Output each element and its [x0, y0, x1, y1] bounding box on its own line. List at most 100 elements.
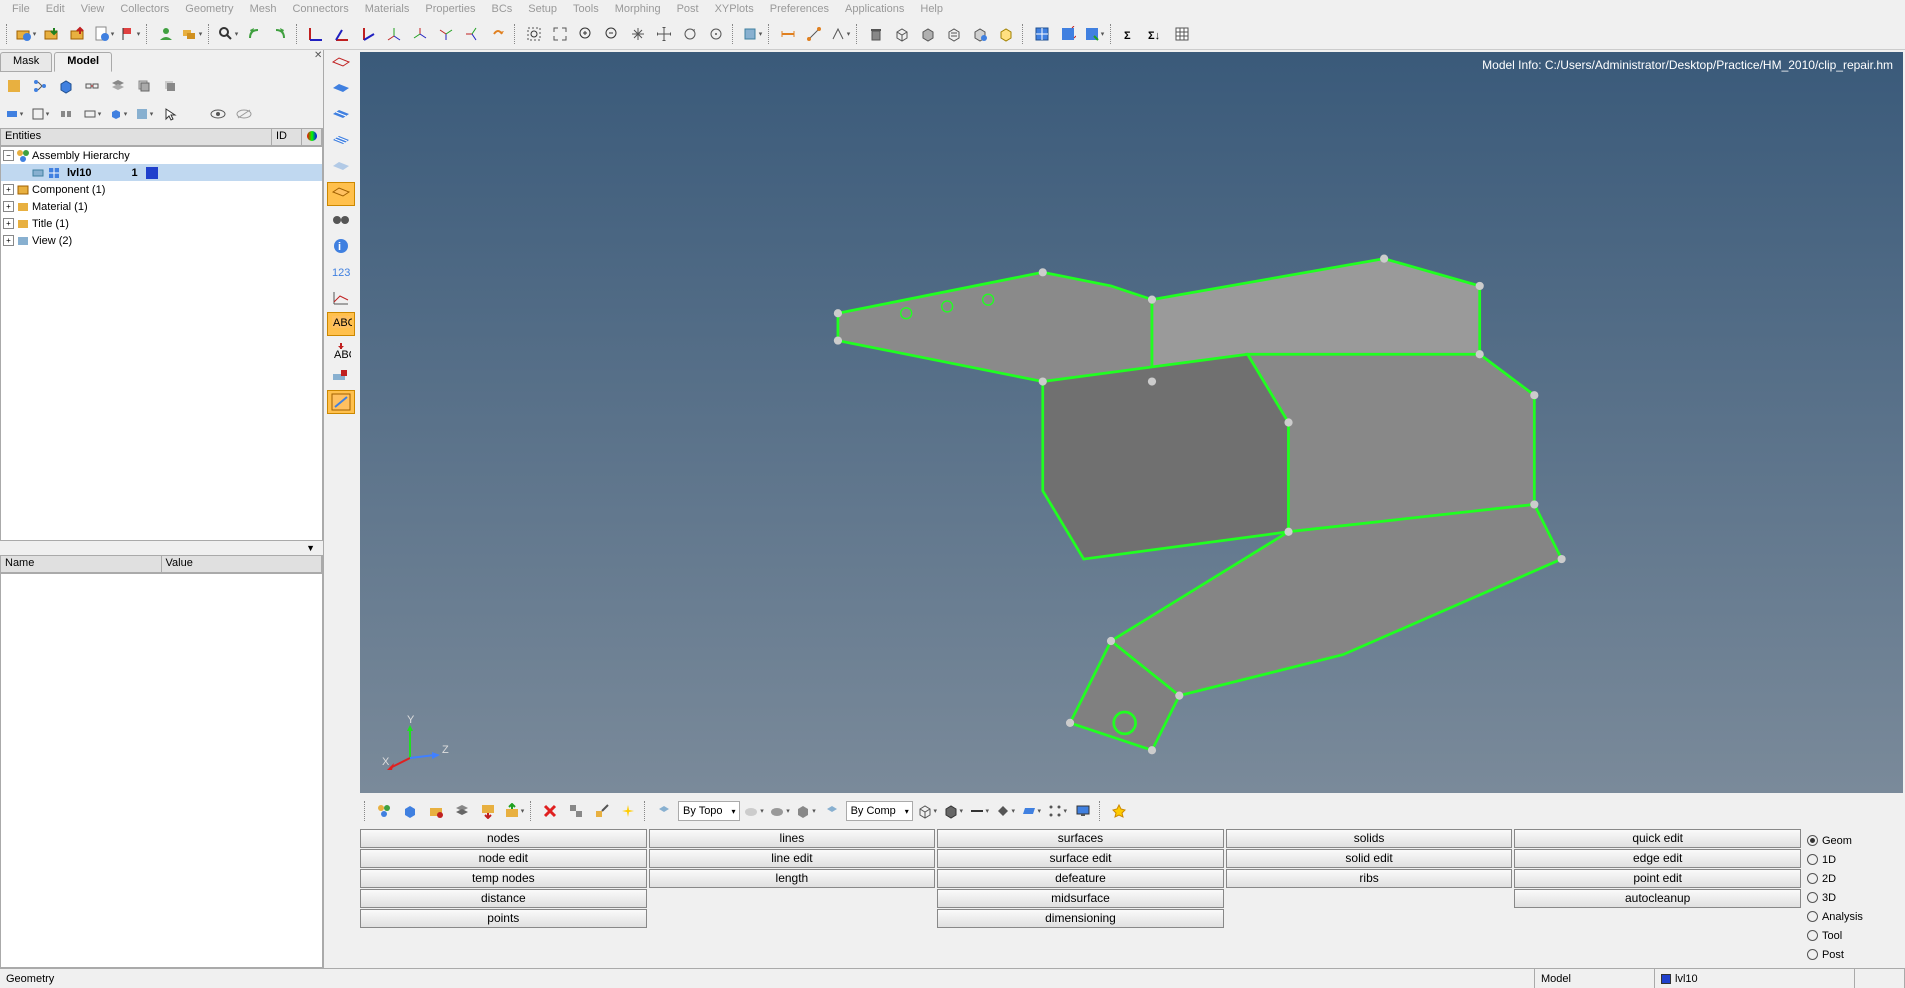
menu-xyplots[interactable]: XYPlots — [707, 3, 762, 15]
cube1-icon[interactable] — [890, 22, 914, 46]
bt-star-icon[interactable] — [1107, 799, 1131, 823]
bt-monitor-icon[interactable] — [1071, 799, 1095, 823]
radio-1d[interactable]: 1D — [1807, 850, 1899, 869]
zoom-window-icon[interactable] — [522, 22, 546, 46]
radio-dot-icon[interactable] — [1807, 949, 1818, 960]
bt-box2-icon[interactable] — [820, 799, 844, 823]
menu-file[interactable]: File — [4, 3, 38, 15]
menu-applications[interactable]: Applications — [837, 3, 912, 15]
property-panel[interactable] — [0, 573, 323, 968]
menu-properties[interactable]: Properties — [417, 3, 483, 15]
import-icon[interactable] — [40, 22, 64, 46]
spin-center-icon[interactable] — [704, 22, 728, 46]
bt-cube-icon[interactable] — [398, 799, 422, 823]
menu-preferences[interactable]: Preferences — [762, 3, 837, 15]
radio-dot-icon[interactable] — [1807, 892, 1818, 903]
panel-line-edit[interactable]: line edit — [649, 849, 936, 868]
axis-yz-icon[interactable] — [356, 22, 380, 46]
menu-collectors[interactable]: Collectors — [112, 3, 177, 15]
menu-morphing[interactable]: Morphing — [607, 3, 669, 15]
view-box-icon[interactable] — [54, 74, 78, 98]
radio-dot-icon[interactable] — [1807, 854, 1818, 865]
display-icon[interactable] — [740, 22, 764, 46]
tree-item-lvl10[interactable]: lvl10 1 — [1, 164, 322, 181]
info-icon[interactable]: i — [327, 234, 355, 258]
radio-post[interactable]: Post — [1807, 945, 1899, 964]
binoculars-icon[interactable] — [327, 208, 355, 232]
filter-6-icon[interactable] — [132, 102, 156, 126]
panel-node-edit[interactable]: node edit — [360, 849, 647, 868]
panel-edge-edit[interactable]: edge edit — [1514, 849, 1801, 868]
measure3-icon[interactable] — [828, 22, 852, 46]
status-model[interactable]: Model — [1535, 969, 1655, 988]
bt-dots-icon[interactable] — [1045, 799, 1069, 823]
bt-wire2-icon[interactable] — [941, 799, 965, 823]
tab-mask[interactable]: Mask — [0, 52, 52, 72]
pan-icon[interactable] — [626, 22, 650, 46]
panel-length[interactable]: length — [649, 869, 936, 888]
tree-title[interactable]: + Title (1) — [1, 215, 322, 232]
tree-component[interactable]: + Component (1) — [1, 181, 322, 198]
view-flat-icon[interactable] — [2, 74, 26, 98]
chart-icon[interactable] — [327, 286, 355, 310]
axis-xz-icon[interactable] — [330, 22, 354, 46]
open-icon[interactable] — [14, 22, 38, 46]
bt-cloud1-icon[interactable] — [742, 799, 766, 823]
scale-icon[interactable] — [327, 390, 355, 414]
export-icon[interactable] — [66, 22, 90, 46]
bt-cloud2-icon[interactable] — [768, 799, 792, 823]
zoom-in-icon[interactable] — [574, 22, 598, 46]
panel-point-edit[interactable]: point edit — [1514, 869, 1801, 888]
radio-geom[interactable]: Geom — [1807, 831, 1899, 850]
bt-cube2-icon[interactable] — [794, 799, 818, 823]
bt-layers-icon[interactable] — [450, 799, 474, 823]
filter-5-icon[interactable] — [106, 102, 130, 126]
axis-rev1-icon[interactable] — [408, 22, 432, 46]
cube3-icon[interactable] — [942, 22, 966, 46]
panel-distance[interactable]: distance — [360, 889, 647, 908]
tree-material[interactable]: + Material (1) — [1, 198, 322, 215]
vis-trans-icon[interactable] — [327, 156, 355, 180]
bt-rhombus-icon[interactable] — [1019, 799, 1043, 823]
axis-rev2-icon[interactable] — [434, 22, 458, 46]
numbers-icon[interactable]: 123 — [327, 260, 355, 284]
entity-tree[interactable]: − Assembly Hierarchy lvl10 1 + Component… — [0, 146, 323, 541]
vis-edges-icon[interactable] — [327, 182, 355, 206]
axis-xy-icon[interactable] — [304, 22, 328, 46]
tab-model[interactable]: Model — [54, 52, 112, 72]
panel-nodes[interactable]: nodes — [360, 829, 647, 848]
rotate-icon[interactable] — [652, 22, 676, 46]
panel-temp-nodes[interactable]: temp nodes — [360, 869, 647, 888]
vis-shade3-icon[interactable] — [327, 130, 355, 154]
cursor-icon[interactable] — [158, 102, 182, 126]
filter-4-icon[interactable] — [80, 102, 104, 126]
folders-icon[interactable] — [180, 22, 204, 46]
panel-surfaces[interactable]: surfaces — [937, 829, 1224, 848]
measure2-icon[interactable] — [802, 22, 826, 46]
bt-paint-icon[interactable] — [590, 799, 614, 823]
radio-dot-icon[interactable] — [1807, 873, 1818, 884]
radio-tool[interactable]: Tool — [1807, 926, 1899, 945]
menu-connectors[interactable]: Connectors — [284, 3, 356, 15]
radio-dot-icon[interactable] — [1807, 911, 1818, 922]
bytopo-combo[interactable]: By Topo — [678, 801, 740, 821]
menu-tools[interactable]: Tools — [565, 3, 607, 15]
bt-wire-icon[interactable] — [915, 799, 939, 823]
view-tree-icon[interactable] — [28, 74, 52, 98]
table-icon[interactable] — [1170, 22, 1194, 46]
radio-dot-icon[interactable] — [1807, 930, 1818, 941]
panel-quick-edit[interactable]: quick edit — [1514, 829, 1801, 848]
zoom-icon[interactable] — [216, 22, 240, 46]
panel-autocleanup[interactable]: autocleanup — [1514, 889, 1801, 908]
bt-folder1-icon[interactable] — [424, 799, 448, 823]
menu-setup[interactable]: Setup — [520, 3, 565, 15]
expander-icon[interactable]: + — [3, 235, 14, 246]
panel-points[interactable]: points — [360, 909, 647, 928]
tree-view[interactable]: + View (2) — [1, 232, 322, 249]
panel-surface-edit[interactable]: surface edit — [937, 849, 1224, 868]
back-icon[interactable] — [242, 22, 266, 46]
panel-ribs[interactable]: ribs — [1226, 869, 1513, 888]
grid1-icon[interactable] — [1030, 22, 1054, 46]
bycomp-combo[interactable]: By Comp — [846, 801, 913, 821]
vis-shade1-icon[interactable] — [327, 78, 355, 102]
